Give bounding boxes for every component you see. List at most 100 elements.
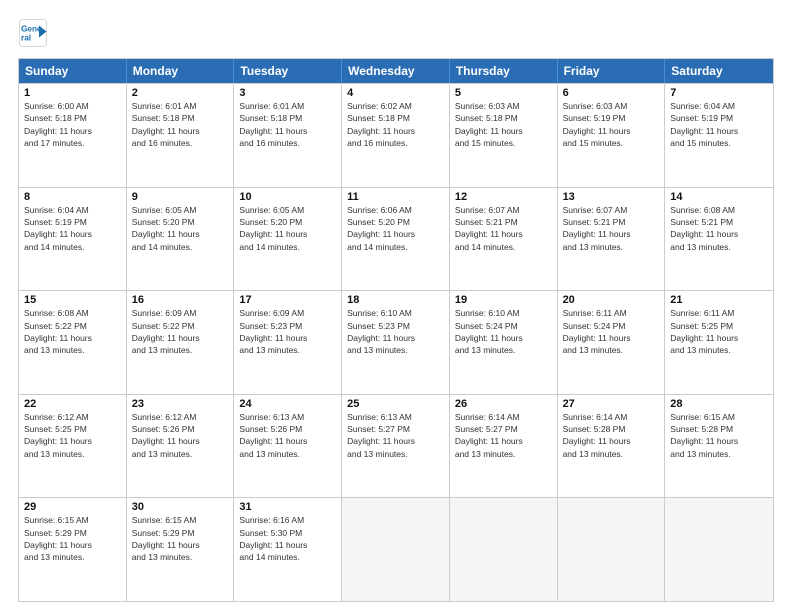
day-info: Sunrise: 6:10 AM Sunset: 5:24 PM Dayligh… [455,307,552,356]
day-info: Sunrise: 6:05 AM Sunset: 5:20 PM Dayligh… [239,204,336,253]
calendar-cell [665,498,773,601]
day-info: Sunrise: 6:01 AM Sunset: 5:18 PM Dayligh… [132,100,229,149]
calendar-cell: 24Sunrise: 6:13 AM Sunset: 5:26 PM Dayli… [234,395,342,498]
day-info: Sunrise: 6:12 AM Sunset: 5:25 PM Dayligh… [24,411,121,460]
day-number: 1 [24,87,121,99]
calendar-cell: 4Sunrise: 6:02 AM Sunset: 5:18 PM Daylig… [342,84,450,187]
calendar-row: 22Sunrise: 6:12 AM Sunset: 5:25 PM Dayli… [19,394,773,498]
calendar-cell: 3Sunrise: 6:01 AM Sunset: 5:18 PM Daylig… [234,84,342,187]
day-info: Sunrise: 6:08 AM Sunset: 5:22 PM Dayligh… [24,307,121,356]
day-number: 2 [132,87,229,99]
calendar-cell: 18Sunrise: 6:10 AM Sunset: 5:23 PM Dayli… [342,291,450,394]
header-cell-thursday: Thursday [450,59,558,83]
day-info: Sunrise: 6:10 AM Sunset: 5:23 PM Dayligh… [347,307,444,356]
day-info: Sunrise: 6:13 AM Sunset: 5:26 PM Dayligh… [239,411,336,460]
calendar-cell: 29Sunrise: 6:15 AM Sunset: 5:29 PM Dayli… [19,498,127,601]
calendar-cell: 16Sunrise: 6:09 AM Sunset: 5:22 PM Dayli… [127,291,235,394]
day-info: Sunrise: 6:15 AM Sunset: 5:28 PM Dayligh… [670,411,768,460]
day-number: 31 [239,501,336,513]
day-number: 12 [455,191,552,203]
header-cell-wednesday: Wednesday [342,59,450,83]
calendar-cell: 27Sunrise: 6:14 AM Sunset: 5:28 PM Dayli… [558,395,666,498]
calendar-cell: 6Sunrise: 6:03 AM Sunset: 5:19 PM Daylig… [558,84,666,187]
day-number: 8 [24,191,121,203]
header-cell-sunday: Sunday [19,59,127,83]
calendar-cell: 10Sunrise: 6:05 AM Sunset: 5:20 PM Dayli… [234,188,342,291]
header-cell-tuesday: Tuesday [234,59,342,83]
day-number: 25 [347,398,444,410]
header-cell-saturday: Saturday [665,59,773,83]
day-number: 4 [347,87,444,99]
day-info: Sunrise: 6:02 AM Sunset: 5:18 PM Dayligh… [347,100,444,149]
day-number: 23 [132,398,229,410]
calendar-cell: 17Sunrise: 6:09 AM Sunset: 5:23 PM Dayli… [234,291,342,394]
calendar-cell: 19Sunrise: 6:10 AM Sunset: 5:24 PM Dayli… [450,291,558,394]
day-info: Sunrise: 6:06 AM Sunset: 5:20 PM Dayligh… [347,204,444,253]
day-info: Sunrise: 6:11 AM Sunset: 5:25 PM Dayligh… [670,307,768,356]
calendar-cell: 13Sunrise: 6:07 AM Sunset: 5:21 PM Dayli… [558,188,666,291]
day-info: Sunrise: 6:00 AM Sunset: 5:18 PM Dayligh… [24,100,121,149]
page: Gene ral SundayMondayTuesdayWednesdayThu… [0,0,792,612]
day-number: 19 [455,294,552,306]
calendar-cell: 5Sunrise: 6:03 AM Sunset: 5:18 PM Daylig… [450,84,558,187]
day-info: Sunrise: 6:05 AM Sunset: 5:20 PM Dayligh… [132,204,229,253]
calendar-cell: 11Sunrise: 6:06 AM Sunset: 5:20 PM Dayli… [342,188,450,291]
calendar-cell: 21Sunrise: 6:11 AM Sunset: 5:25 PM Dayli… [665,291,773,394]
day-info: Sunrise: 6:16 AM Sunset: 5:30 PM Dayligh… [239,514,336,563]
day-number: 6 [563,87,660,99]
calendar-cell: 26Sunrise: 6:14 AM Sunset: 5:27 PM Dayli… [450,395,558,498]
day-number: 11 [347,191,444,203]
day-info: Sunrise: 6:01 AM Sunset: 5:18 PM Dayligh… [239,100,336,149]
header-cell-friday: Friday [558,59,666,83]
day-info: Sunrise: 6:15 AM Sunset: 5:29 PM Dayligh… [24,514,121,563]
calendar-cell: 9Sunrise: 6:05 AM Sunset: 5:20 PM Daylig… [127,188,235,291]
day-info: Sunrise: 6:07 AM Sunset: 5:21 PM Dayligh… [455,204,552,253]
day-number: 28 [670,398,768,410]
calendar-cell [558,498,666,601]
day-number: 21 [670,294,768,306]
calendar: SundayMondayTuesdayWednesdayThursdayFrid… [18,58,774,602]
calendar-header: SundayMondayTuesdayWednesdayThursdayFrid… [19,59,773,83]
calendar-cell: 2Sunrise: 6:01 AM Sunset: 5:18 PM Daylig… [127,84,235,187]
header-cell-monday: Monday [127,59,235,83]
day-info: Sunrise: 6:11 AM Sunset: 5:24 PM Dayligh… [563,307,660,356]
header: Gene ral [18,18,774,48]
day-info: Sunrise: 6:09 AM Sunset: 5:23 PM Dayligh… [239,307,336,356]
day-number: 9 [132,191,229,203]
logo: Gene ral [18,18,52,48]
day-info: Sunrise: 6:09 AM Sunset: 5:22 PM Dayligh… [132,307,229,356]
calendar-cell: 20Sunrise: 6:11 AM Sunset: 5:24 PM Dayli… [558,291,666,394]
day-info: Sunrise: 6:03 AM Sunset: 5:19 PM Dayligh… [563,100,660,149]
calendar-cell: 28Sunrise: 6:15 AM Sunset: 5:28 PM Dayli… [665,395,773,498]
day-info: Sunrise: 6:07 AM Sunset: 5:21 PM Dayligh… [563,204,660,253]
day-info: Sunrise: 6:14 AM Sunset: 5:28 PM Dayligh… [563,411,660,460]
day-number: 3 [239,87,336,99]
day-info: Sunrise: 6:04 AM Sunset: 5:19 PM Dayligh… [24,204,121,253]
day-number: 14 [670,191,768,203]
day-info: Sunrise: 6:13 AM Sunset: 5:27 PM Dayligh… [347,411,444,460]
day-number: 18 [347,294,444,306]
day-number: 27 [563,398,660,410]
calendar-cell: 7Sunrise: 6:04 AM Sunset: 5:19 PM Daylig… [665,84,773,187]
calendar-cell [342,498,450,601]
day-number: 30 [132,501,229,513]
svg-text:ral: ral [21,34,31,43]
calendar-cell: 15Sunrise: 6:08 AM Sunset: 5:22 PM Dayli… [19,291,127,394]
calendar-body: 1Sunrise: 6:00 AM Sunset: 5:18 PM Daylig… [19,83,773,601]
day-number: 15 [24,294,121,306]
day-info: Sunrise: 6:14 AM Sunset: 5:27 PM Dayligh… [455,411,552,460]
calendar-cell: 1Sunrise: 6:00 AM Sunset: 5:18 PM Daylig… [19,84,127,187]
calendar-cell: 23Sunrise: 6:12 AM Sunset: 5:26 PM Dayli… [127,395,235,498]
day-info: Sunrise: 6:04 AM Sunset: 5:19 PM Dayligh… [670,100,768,149]
calendar-cell: 12Sunrise: 6:07 AM Sunset: 5:21 PM Dayli… [450,188,558,291]
day-number: 5 [455,87,552,99]
calendar-cell: 8Sunrise: 6:04 AM Sunset: 5:19 PM Daylig… [19,188,127,291]
day-number: 16 [132,294,229,306]
day-info: Sunrise: 6:12 AM Sunset: 5:26 PM Dayligh… [132,411,229,460]
calendar-cell: 30Sunrise: 6:15 AM Sunset: 5:29 PM Dayli… [127,498,235,601]
calendar-row: 29Sunrise: 6:15 AM Sunset: 5:29 PM Dayli… [19,497,773,601]
general-blue-icon: Gene ral [18,18,48,48]
day-info: Sunrise: 6:15 AM Sunset: 5:29 PM Dayligh… [132,514,229,563]
calendar-cell: 25Sunrise: 6:13 AM Sunset: 5:27 PM Dayli… [342,395,450,498]
calendar-row: 15Sunrise: 6:08 AM Sunset: 5:22 PM Dayli… [19,290,773,394]
